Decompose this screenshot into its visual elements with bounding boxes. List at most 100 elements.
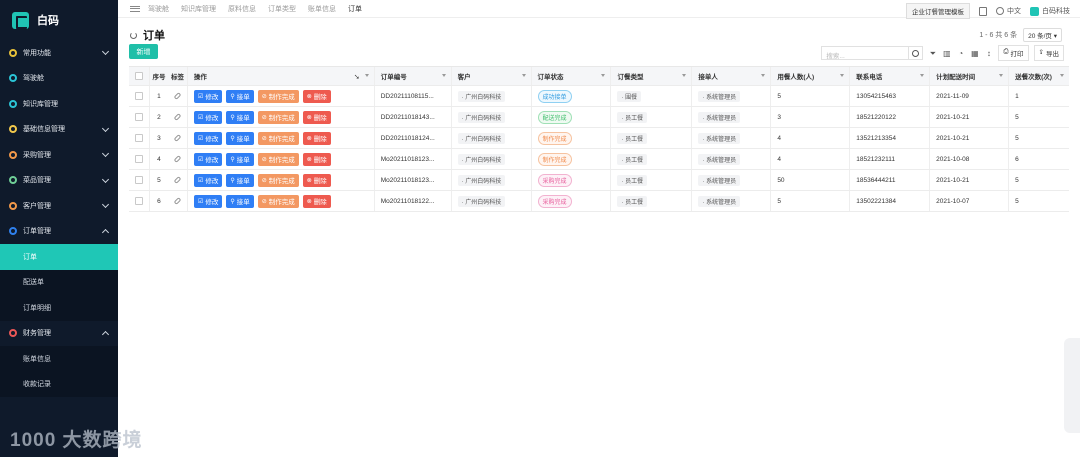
bar-chart-icon[interactable]: ▥ [942,49,951,58]
attachment-icon[interactable] [173,176,182,184]
type-chip[interactable]: · 员工餐 [617,132,648,144]
attachment-icon[interactable] [173,113,182,121]
sidebar-subitem-order-2[interactable]: 订单明细 [0,295,118,321]
sidebar-item-2[interactable]: 知识库管理 [0,91,118,117]
table-row[interactable]: 2 ☑ 修改 ⚲ 接单 ⊘ 制作完成 ⊗ 删除 DD20211018143... · 广… [129,107,1069,128]
row-height-icon[interactable]: ↕ [984,49,993,58]
sidebar-subitem-finance-1[interactable]: 收款记录 [0,371,118,397]
company-menu[interactable]: 白码科技 [1030,6,1070,16]
sort-icon[interactable] [364,74,369,77]
take-order-button[interactable]: ⚲ 接单 [226,110,254,124]
customer-chip[interactable]: · 广州白码科技 [457,132,506,144]
header-type[interactable]: 订餐类型 [611,67,693,85]
table-row[interactable]: 5 ☑ 修改 ⚲ 接单 ⊘ 制作完成 ⊗ 删除 Mo20211018123... · 广… [129,170,1069,191]
sidebar-item-3[interactable]: 基础信息管理 [0,117,118,143]
pie-chart-icon[interactable]: ◔ [956,49,965,58]
header-phone[interactable]: 联系电话 [850,67,931,85]
attachment-icon[interactable] [173,134,182,142]
header-people[interactable]: 用餐人数(人) [771,67,851,85]
table-row[interactable]: 4 ☑ 修改 ⚲ 接单 ⊘ 制作完成 ⊗ 删除 Mo20211018123... · 广… [129,149,1069,170]
edit-button[interactable]: ☑ 修改 [193,131,223,145]
row-checkbox[interactable] [134,113,143,121]
sort-icon[interactable] [920,74,925,77]
sort-icon[interactable] [1060,74,1065,77]
take-order-button[interactable]: ⚲ 接单 [226,194,254,208]
header-status[interactable]: 订单状态 [532,67,612,85]
taker-chip[interactable]: · 系统管理员 [698,174,741,186]
take-order-button[interactable]: ⚲ 接单 [226,131,254,145]
scroll-handle[interactable] [1064,338,1080,433]
edit-button[interactable]: ☑ 修改 [193,89,223,103]
taker-chip[interactable]: · 系统管理员 [698,111,741,123]
delete-button[interactable]: ⊗ 删除 [302,131,331,145]
tab-0[interactable]: 驾驶舱 [148,4,169,14]
sidebar-item-finance[interactable]: 财务管理 [0,321,118,347]
tab-5[interactable]: 订单 [348,4,362,14]
menu-fold-icon[interactable] [130,5,140,12]
template-button[interactable]: 企业订餐管理模板 [906,3,970,19]
take-order-button[interactable]: ⚲ 接单 [226,152,254,166]
sort-icon[interactable] [521,74,526,77]
finish-making-button[interactable]: ⊘ 制作完成 [257,89,299,103]
print-button[interactable]: ⎙ 打印 [998,45,1029,61]
attachment-icon[interactable] [173,92,182,100]
tab-4[interactable]: 账单信息 [308,4,336,14]
tab-2[interactable]: 原料信息 [228,4,256,14]
sidebar-subitem-finance-0[interactable]: 账单信息 [0,346,118,372]
language-switch[interactable]: 中文 [996,6,1021,16]
finish-making-button[interactable]: ⊘ 制作完成 [257,152,299,166]
delete-button[interactable]: ⊗ 删除 [302,152,331,166]
customer-chip[interactable]: · 广州白码科技 [457,153,506,165]
document-icon[interactable] [979,6,987,16]
edit-button[interactable]: ☑ 修改 [193,173,223,187]
row-checkbox[interactable] [134,197,143,205]
sidebar-subitem-order-1[interactable]: 配送单 [0,269,118,295]
header-count[interactable]: 送餐次数(次) [1009,67,1069,85]
sort-icon[interactable] [441,74,446,77]
taker-chip[interactable]: · 系统管理员 [698,195,741,207]
customer-chip[interactable]: · 广州白码科技 [457,111,506,123]
sidebar-subitem-order-0[interactable]: 订单 [0,244,118,270]
sidebar-item-1[interactable]: 驾驶舱 [0,66,118,92]
search-icon[interactable] [909,46,924,60]
filter-icon[interactable]: ⏷ [928,49,937,58]
sort-icon[interactable] [601,74,606,77]
delete-button[interactable]: ⊗ 删除 [302,173,331,187]
type-chip[interactable]: · 围餐 [617,90,642,102]
sidebar-item-0[interactable]: 常用功能 [0,40,118,66]
pin-icon[interactable]: ➘ [354,73,360,81]
finish-making-button[interactable]: ⊘ 制作完成 [257,194,299,208]
header-date[interactable]: 计划配送时间 [930,67,1010,85]
sort-icon[interactable] [682,74,687,77]
row-checkbox[interactable] [134,92,143,100]
taker-chip[interactable]: · 系统管理员 [698,153,741,165]
table-row[interactable]: 1 ☑ 修改 ⚲ 接单 ⊘ 制作完成 ⊗ 删除 DD20211108115... · 广… [129,86,1069,107]
row-checkbox[interactable] [134,155,143,163]
table-row[interactable]: 6 ☑ 修改 ⚲ 接单 ⊘ 制作完成 ⊗ 删除 Mo20211018122... · 广… [129,191,1069,212]
customer-chip[interactable]: · 广州白码科技 [457,174,506,186]
finish-making-button[interactable]: ⊘ 制作完成 [257,131,299,145]
edit-button[interactable]: ☑ 修改 [193,152,223,166]
column-settings-icon[interactable]: ▦ [970,49,979,58]
edit-button[interactable]: ☑ 修改 [193,194,223,208]
taker-chip[interactable]: · 系统管理员 [698,90,741,102]
take-order-button[interactable]: ⚲ 接单 [226,173,254,187]
header-customer[interactable]: 客户 [452,67,532,85]
sidebar-item-4[interactable]: 采购管理 [0,142,118,168]
search-input[interactable]: 搜索... [821,46,910,60]
sidebar-item-5[interactable]: 菜品管理 [0,168,118,194]
take-order-button[interactable]: ⚲ 接单 [226,89,254,103]
sort-icon[interactable] [840,74,845,77]
sidebar-item-7[interactable]: 订单管理 [0,219,118,245]
header-taker[interactable]: 接单人 [692,67,772,85]
attachment-icon[interactable] [173,197,182,205]
delete-button[interactable]: ⊗ 删除 [302,89,331,103]
type-chip[interactable]: · 员工餐 [617,174,648,186]
table-row[interactable]: 3 ☑ 修改 ⚲ 接单 ⊘ 制作完成 ⊗ 删除 DD20211018124... · 广… [129,128,1069,149]
export-button[interactable]: ⇪ 导出 [1033,45,1064,61]
delete-button[interactable]: ⊗ 删除 [302,110,331,124]
page-size-select[interactable]: 20 条/页 ▾ [1023,28,1062,42]
edit-button[interactable]: ☑ 修改 [193,110,223,124]
tab-3[interactable]: 订单类型 [268,4,296,14]
tab-1[interactable]: 知识库管理 [181,4,216,14]
